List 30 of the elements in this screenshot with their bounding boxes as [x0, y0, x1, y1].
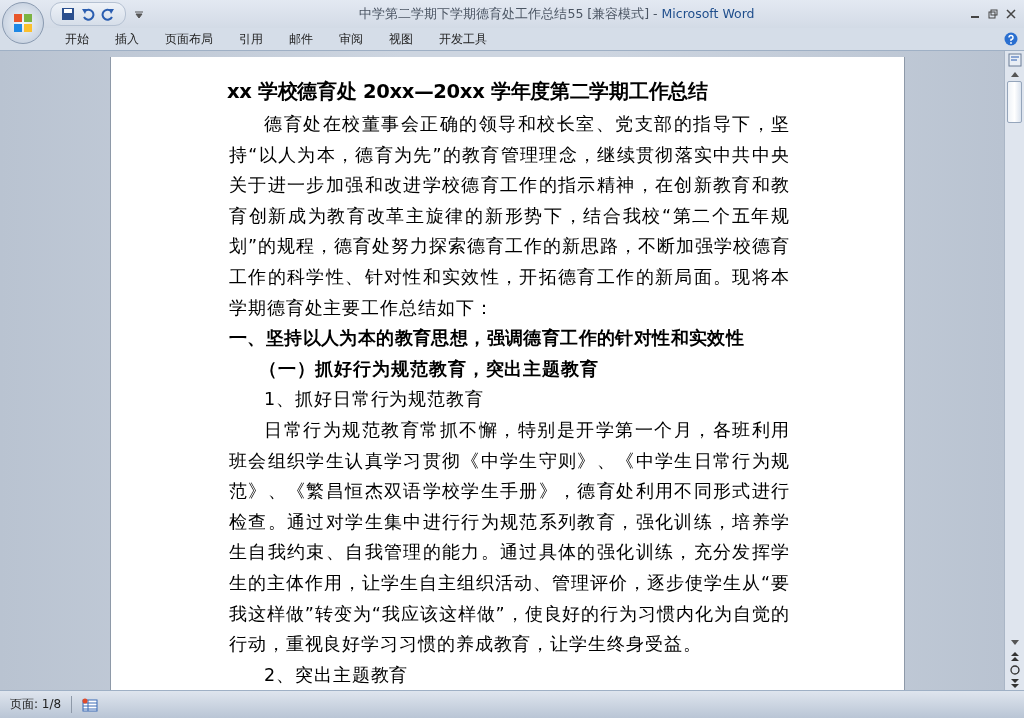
ribbon-tab[interactable]: 开始 — [52, 28, 102, 50]
table-icon[interactable] — [82, 697, 99, 712]
close-icon[interactable] — [1006, 9, 1016, 19]
office-logo-icon — [12, 12, 34, 34]
scrollbar-thumb[interactable] — [1007, 81, 1022, 123]
ribbon-tab[interactable]: 视图 — [376, 28, 426, 50]
list-item: 2、突出主题教育 — [263, 663, 410, 687]
redo-icon[interactable] — [101, 7, 115, 21]
ribbon-tab[interactable]: 邮件 — [276, 28, 326, 50]
page-count[interactable]: 页面: 1/8 — [0, 696, 73, 713]
ribbon-tab[interactable]: 开发工具 — [426, 28, 500, 50]
restore-icon[interactable] — [988, 9, 998, 19]
save-icon[interactable] — [61, 7, 75, 21]
document-title: xx 学校德育处 20xx—20xx 学年度第二学期工作总结 — [227, 79, 709, 105]
window-title: 中学第二学期下学期德育处工作总结55 [兼容模式] - Microsoft Word — [358, 5, 756, 23]
heading: 一、坚持以人为本的教育思想，强调德育工作的针对性和实效性 — [229, 327, 746, 351]
ribbon-tab[interactable]: 审阅 — [326, 28, 376, 50]
customize-toolbar-icon[interactable] — [134, 9, 144, 19]
paragraph: 日常行为规范教育常抓不懈，特别是开学第一个月，各班利用班会组织学生认真学习贯彻《中学生守则》、《中学生日常行为规范》、《繁昌恒杰双语学校学生手册》，德育处利用不同形式进行检查。通过对学生集中进行行为规范系列教育，强化训练，培养学生自我约束、自我管理的能力。通过具体的强化训练，充分发挥学生的主体作用，让学生自主组织活动、管理评价，逐步使学生从“要我这样做”转变为“我应该这样做”，使良好的行为习惯内化为自觉的行动，重视良好学习习惯的养成教育，让学生终身受益。 — [229, 418, 790, 657]
ruler-toggle-icon[interactable] — [1007, 53, 1022, 67]
office-button[interactable] — [2, 2, 44, 44]
paragraph: 德育处在校董事会正确的领导和校长室、党支部的指导下，坚持“以人为本，德育为先”的教育管理理念，继续贯彻落实中共中央关于进一步加强和改进学校德育工作的指示精神，在创新教育和教育创新成为教育改革主旋律的新形势下，结合我校“第二个五年规划”的规程，德育处努力探索德育工作的新思路，不断加强学校德育工作的科学性、针对性和实效性，开拓德育工作的新局面。现将本学期德育处主要工作总结如下： — [229, 113, 790, 320]
help-icon[interactable] — [1004, 32, 1018, 46]
browse-object-icon[interactable] — [1008, 664, 1021, 676]
ribbon-tab[interactable]: 插入 — [102, 28, 152, 50]
heading: （一）抓好行为规范教育，突出主题教育 — [257, 357, 600, 381]
ribbon-tab[interactable]: 页面布局 — [152, 28, 226, 50]
ribbon-tab[interactable]: 引用 — [226, 28, 276, 50]
list-item: 1、抓好日常行为规范教育 — [263, 388, 485, 412]
undo-icon[interactable] — [81, 7, 95, 21]
